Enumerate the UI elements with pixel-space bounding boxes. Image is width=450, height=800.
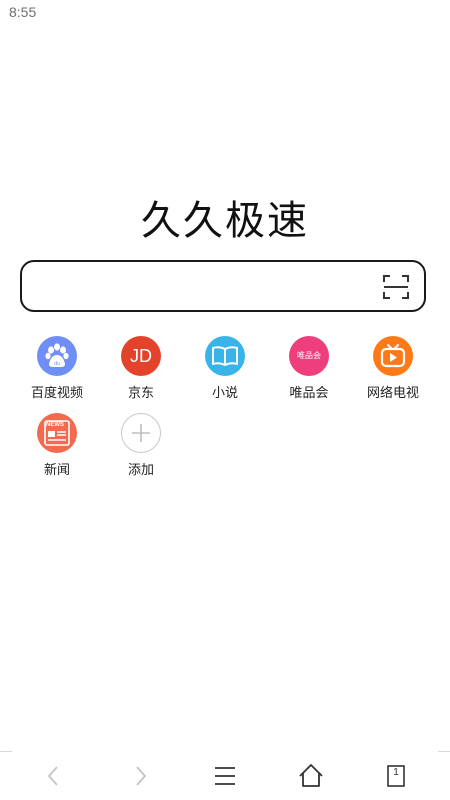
- menu-button[interactable]: [211, 762, 239, 790]
- home-button[interactable]: [297, 762, 325, 790]
- search-box[interactable]: [20, 260, 426, 312]
- add-shortcut-button[interactable]: 添加: [99, 411, 183, 481]
- shortcut-web-tv[interactable]: 网络电视: [351, 334, 435, 404]
- status-bar: 8:55: [0, 0, 450, 24]
- shortcut-label: 唯品会: [289, 386, 329, 401]
- shortcut-label: 京东: [127, 386, 154, 401]
- chevron-left-icon: [47, 766, 58, 786]
- shortcut-news[interactable]: NEWS 新闻: [15, 411, 99, 481]
- baidu-paw-icon: du: [37, 336, 77, 376]
- shortcut-label: 新闻: [43, 463, 70, 478]
- tabs-button[interactable]: 1: [386, 762, 414, 790]
- newspaper-icon: NEWS: [37, 413, 77, 453]
- jd-logo-text: JD: [130, 346, 152, 366]
- jd-logo-icon: JD: [121, 336, 161, 376]
- shortcut-novel[interactable]: 小说: [183, 334, 267, 404]
- bottom-navigation-bar: 1: [0, 752, 450, 800]
- forward-button[interactable]: [126, 762, 154, 790]
- back-button[interactable]: [40, 762, 68, 790]
- shortcut-vip[interactable]: 唯品会 唯品会: [267, 334, 351, 404]
- home-icon: [299, 764, 323, 787]
- app-title: 久久极速: [141, 198, 309, 244]
- shortcut-jd[interactable]: JD 京东: [99, 334, 183, 404]
- shortcut-label: 网络电视: [366, 386, 419, 401]
- shortcut-baidu-video[interactable]: du 百度视频: [15, 334, 99, 404]
- shortcut-label: 百度视频: [30, 386, 83, 401]
- shortcut-label: 小说: [211, 386, 238, 401]
- tab-count: 1: [393, 767, 399, 778]
- vip-logo-text: 唯品会: [297, 351, 321, 360]
- browser-home-screen: 8:55 久久极速 du 百度视频 JD 京东 小说 唯品会 唯品会 网络电视 …: [0, 0, 450, 800]
- shortcut-label: 添加: [127, 463, 154, 478]
- svg-text:du: du: [54, 361, 60, 367]
- news-logo-text: NEWS: [46, 422, 64, 428]
- tv-icon: [373, 336, 413, 376]
- chevron-right-icon: [136, 766, 147, 786]
- search-input[interactable]: [36, 270, 370, 304]
- open-book-icon: [205, 336, 245, 376]
- scan-icon: [383, 275, 409, 299]
- vip-logo-icon: 唯品会: [289, 336, 329, 376]
- scan-button[interactable]: [382, 273, 410, 301]
- plus-icon: [121, 413, 161, 453]
- hamburger-menu-icon: [215, 767, 235, 785]
- status-time: 8:55: [9, 4, 37, 20]
